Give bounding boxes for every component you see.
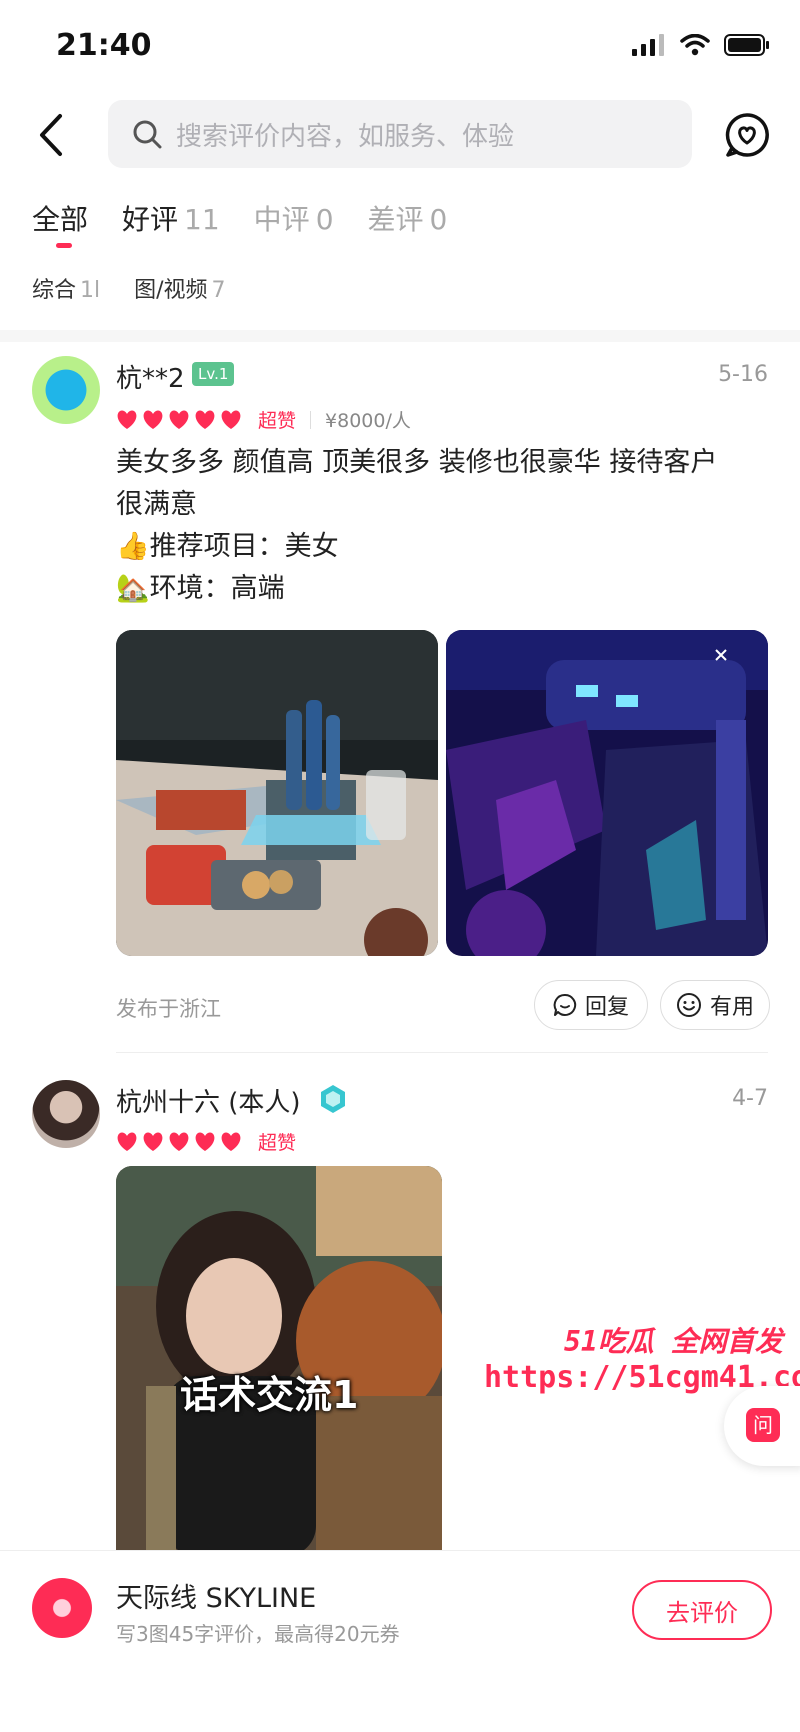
sort-filters: 综合 1l 图/视频 7 bbox=[32, 272, 226, 304]
search-input[interactable]: 搜索评价内容，如服务、体验 bbox=[108, 100, 692, 168]
review-video[interactable] bbox=[116, 1166, 442, 1556]
back-button[interactable] bbox=[30, 110, 74, 160]
review-text-line: 美女多多 颜值高 顶美很多 装修也很豪华 接待客户 bbox=[116, 447, 718, 478]
review-divider bbox=[116, 1052, 768, 1053]
rating-hearts: 超赞 bbox=[116, 1128, 296, 1155]
thumbs-up-icon: 👍 bbox=[116, 531, 150, 562]
review-date: 4-7 bbox=[732, 1086, 768, 1111]
search-placeholder: 搜索评价内容，如服务、体验 bbox=[176, 121, 515, 152]
verified-icon bbox=[321, 1085, 345, 1113]
review-photo-1[interactable] bbox=[116, 630, 438, 956]
heart-icon bbox=[143, 409, 163, 429]
section-divider bbox=[0, 330, 800, 342]
environment-line: 🏡环境：高端 bbox=[116, 573, 285, 604]
heart-icon bbox=[117, 409, 137, 429]
chat-heart-icon bbox=[725, 113, 769, 157]
status-icons bbox=[632, 34, 770, 56]
photo-club-interior bbox=[446, 630, 768, 956]
heart-icon bbox=[143, 1131, 163, 1151]
signal-icon bbox=[632, 34, 664, 56]
photo-table-drinks bbox=[116, 630, 438, 956]
heart-icon bbox=[169, 409, 189, 429]
battery-icon bbox=[724, 34, 769, 56]
tab-neutral[interactable]: 中评 0 bbox=[254, 198, 334, 238]
tab-positive[interactable]: 好评 11 bbox=[122, 198, 220, 238]
rating-tabs: 全部 好评 11 中评 0 差评 0 bbox=[32, 198, 481, 238]
price-per-person: ¥8000/人 bbox=[325, 410, 411, 432]
recommend-line: 👍推荐项目：美女 bbox=[116, 531, 339, 562]
video-thumbnail bbox=[116, 1166, 442, 1556]
search-icon bbox=[133, 120, 162, 149]
useful-button[interactable]: 有用 bbox=[660, 980, 770, 1030]
tab-negative[interactable]: 差评 0 bbox=[368, 198, 448, 238]
ask-question-button[interactable]: 问 bbox=[724, 1386, 800, 1466]
chat-heart-button[interactable] bbox=[724, 112, 770, 158]
review-photo-2[interactable] bbox=[446, 630, 768, 956]
review-reward-hint: 写3图45字评价，最高得20元券 bbox=[116, 1622, 400, 1646]
heart-icon bbox=[117, 1131, 137, 1151]
heart-icon bbox=[195, 1131, 215, 1151]
comment-icon bbox=[553, 993, 577, 1016]
active-tab-indicator bbox=[56, 243, 72, 248]
shop-name[interactable]: 天际线 SKYLINE bbox=[116, 1576, 316, 1615]
heart-icon bbox=[221, 409, 241, 429]
write-review-button[interactable]: 去评价 bbox=[632, 1580, 772, 1640]
wifi-icon bbox=[680, 34, 710, 56]
rating-label: 超赞 bbox=[258, 1132, 297, 1154]
review-content[interactable]: 美女多多 颜值高 顶美很多 装修也很豪华 接待客户 很满意 👍推荐项目：美女 🏡… bbox=[116, 442, 776, 610]
review-location: 发布于浙江 bbox=[116, 997, 221, 1021]
heart-icon bbox=[195, 409, 215, 429]
video-caption: 话术交流1 bbox=[180, 1373, 359, 1417]
house-tree-icon: 🏡 bbox=[116, 573, 150, 604]
shop-logo[interactable] bbox=[32, 1578, 92, 1638]
watermark: 51吃瓜 全网首发 https://51cgm41.com bbox=[484, 1320, 800, 1395]
smile-icon bbox=[676, 993, 701, 1017]
avatar[interactable] bbox=[32, 356, 100, 424]
heart-icon bbox=[221, 1131, 241, 1151]
filter-overall[interactable]: 综合 1l bbox=[32, 272, 100, 304]
ask-icon: 问 bbox=[746, 1408, 780, 1442]
status-time: 21:40 bbox=[56, 28, 152, 63]
review-username[interactable]: 杭**2 bbox=[116, 358, 185, 395]
chevron-left-icon bbox=[40, 114, 62, 156]
rating-label: 超赞 bbox=[258, 410, 297, 432]
heart-icon bbox=[169, 1131, 189, 1151]
review-username[interactable]: 杭州十六 (本人) bbox=[116, 1082, 301, 1119]
divider bbox=[310, 410, 312, 429]
review-text-line: 很满意 bbox=[116, 489, 197, 520]
tab-all[interactable]: 全部 bbox=[32, 198, 88, 238]
reply-button[interactable]: 回复 bbox=[534, 980, 648, 1030]
rating-hearts: 超赞 ¥8000/人 bbox=[116, 406, 411, 433]
filter-media[interactable]: 图/视频 7 bbox=[134, 272, 225, 304]
level-badge: Lv.1 bbox=[192, 362, 235, 386]
avatar[interactable] bbox=[32, 1080, 100, 1148]
watermark-brand: 51吃瓜 全网首发 bbox=[564, 1325, 783, 1358]
review-date: 5-16 bbox=[718, 362, 768, 387]
